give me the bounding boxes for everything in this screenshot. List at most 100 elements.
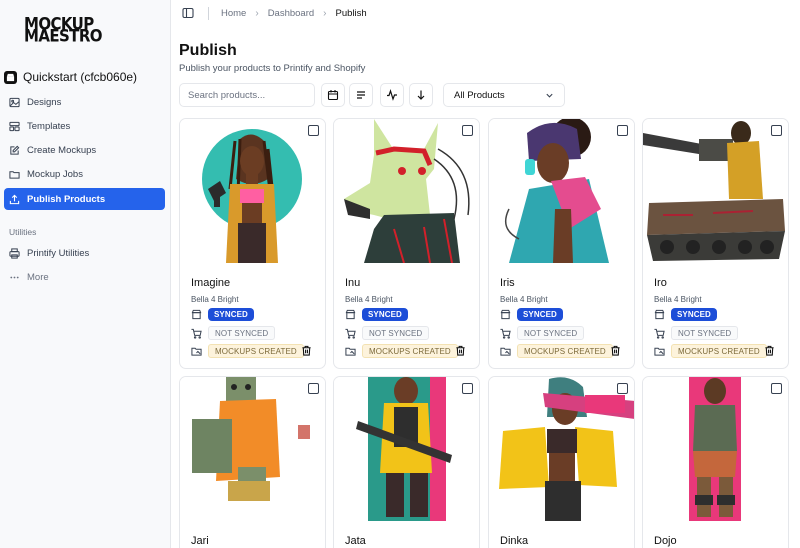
trash-icon[interactable] xyxy=(301,345,312,356)
sidebar-item-more[interactable]: More xyxy=(4,266,165,288)
shopify-status-row: NOT SYNCED xyxy=(654,326,739,340)
sidebar-item-templates[interactable]: Templates xyxy=(4,115,165,137)
product-card[interactable]: Jata xyxy=(333,376,480,548)
sidebar-item-create-mockups[interactable]: Create Mockups xyxy=(4,140,165,162)
synced-badge: SYNCED xyxy=(671,308,717,321)
product-variant: Bella 4 Bright xyxy=(500,295,548,304)
more-icon xyxy=(10,276,19,279)
product-card[interactable]: Iris Bella 4 Bright SYNCED NOT SYNCED MO… xyxy=(488,118,635,369)
breadcrumb-dashboard[interactable]: Dashboard xyxy=(268,8,314,19)
product-variant: Bella 4 Bright xyxy=(654,295,702,304)
product-card[interactable]: Imagine Bella 4 Bright SYNCED NOT SYNCED… xyxy=(179,118,326,369)
select-checkbox[interactable] xyxy=(771,383,782,394)
select-checkbox[interactable] xyxy=(462,383,473,394)
folder-image-icon xyxy=(654,347,665,356)
image-icon xyxy=(9,97,20,107)
product-image[interactable] xyxy=(180,377,325,521)
product-card[interactable]: Inu Bella 4 Bright SYNCED NOT SYNCED MOC… xyxy=(333,118,480,369)
app-logo[interactable]: MOCKUP MAESTRO xyxy=(24,16,103,44)
product-name: Iris xyxy=(500,277,515,289)
mockups-status-row: MOCKUPS CREATED xyxy=(345,344,458,358)
sidebar-utilities-nav: Printify Utilities More xyxy=(4,242,165,291)
product-variant: Bella 4 Bright xyxy=(191,295,239,304)
cart-icon xyxy=(345,328,356,339)
store-icon xyxy=(4,70,17,84)
product-card[interactable]: Dojo xyxy=(642,376,789,548)
upload-icon xyxy=(9,194,20,204)
arrow-down-icon xyxy=(417,90,425,100)
product-card[interactable]: Dinka xyxy=(488,376,635,548)
page-subtitle: Publish your products to Printify and Sh… xyxy=(179,63,366,74)
printify-icon xyxy=(191,309,202,320)
sidebar-item-designs[interactable]: Designs xyxy=(4,91,165,113)
activity-icon xyxy=(387,89,397,101)
sort-button[interactable] xyxy=(349,83,373,107)
select-checkbox[interactable] xyxy=(462,125,473,136)
sidebar-item-printify-utilities[interactable]: Printify Utilities xyxy=(4,242,165,264)
cart-icon xyxy=(191,328,202,339)
product-image[interactable] xyxy=(643,377,788,521)
folder-icon xyxy=(9,171,20,180)
printify-status-row: SYNCED xyxy=(345,308,408,321)
product-name: Jata xyxy=(345,535,366,547)
product-card[interactable]: Jari xyxy=(179,376,326,548)
printify-status-row: SYNCED xyxy=(191,308,254,321)
product-name: Inu xyxy=(345,277,361,289)
product-image[interactable] xyxy=(334,119,479,263)
trash-icon[interactable] xyxy=(764,345,775,356)
select-checkbox[interactable] xyxy=(308,383,319,394)
product-name: Dinka xyxy=(500,535,529,547)
mockups-created-badge: MOCKUPS CREATED xyxy=(362,344,458,358)
top-bar: Home › Dashboard › Publish xyxy=(171,0,800,26)
cart-icon xyxy=(500,328,511,339)
workspace-selector[interactable]: Quickstart (cfcb060e) xyxy=(4,70,137,84)
select-checkbox[interactable] xyxy=(771,125,782,136)
synced-badge: SYNCED xyxy=(362,308,408,321)
select-checkbox[interactable] xyxy=(308,125,319,136)
trash-icon[interactable] xyxy=(455,345,466,356)
mockups-status-row: MOCKUPS CREATED xyxy=(654,344,767,358)
search-input[interactable] xyxy=(179,83,315,107)
not-synced-badge: NOT SYNCED xyxy=(362,326,430,340)
breadcrumb: Home › Dashboard › Publish xyxy=(221,8,367,19)
template-icon xyxy=(9,121,20,131)
product-name: Jari xyxy=(191,535,209,547)
product-image[interactable] xyxy=(180,119,325,263)
toggle-sidebar-icon[interactable] xyxy=(182,7,194,19)
product-image[interactable] xyxy=(489,377,634,521)
sidebar: MOCKUP MAESTRO Quickstart (cfcb060e) Des… xyxy=(0,0,171,548)
product-name: Iro xyxy=(654,277,667,289)
breadcrumb-publish: Publish xyxy=(335,7,367,19)
page-title: Publish xyxy=(179,42,237,59)
printify-icon xyxy=(500,309,511,320)
folder-image-icon xyxy=(191,347,202,356)
activity-button[interactable] xyxy=(380,83,404,107)
product-variant: Bella 4 Bright xyxy=(345,295,393,304)
product-image[interactable] xyxy=(489,119,634,263)
sort-direction-button[interactable] xyxy=(409,83,433,107)
breadcrumb-home[interactable]: Home xyxy=(221,8,246,19)
mockups-created-badge: MOCKUPS CREATED xyxy=(517,344,613,358)
calendar-icon xyxy=(327,90,339,101)
mockups-status-row: MOCKUPS CREATED xyxy=(500,344,613,358)
sidebar-item-publish-products[interactable]: Publish Products xyxy=(4,188,165,211)
product-image[interactable] xyxy=(334,377,479,521)
trash-icon[interactable] xyxy=(610,345,621,356)
date-filter-button[interactable] xyxy=(321,83,345,107)
product-filter-value: All Products xyxy=(454,89,505,101)
product-name: Imagine xyxy=(191,277,231,289)
sidebar-nav: Designs Templates Create Mockups Mockup … xyxy=(4,91,165,212)
product-image[interactable] xyxy=(643,119,788,263)
chevron-down-icon xyxy=(546,93,553,98)
synced-badge: SYNCED xyxy=(517,308,563,321)
printify-icon xyxy=(345,309,356,320)
folder-image-icon xyxy=(345,347,356,356)
product-card[interactable]: Iro Bella 4 Bright SYNCED NOT SYNCED MOC… xyxy=(642,118,789,369)
printify-status-row: SYNCED xyxy=(654,308,717,321)
printify-icon xyxy=(654,309,665,320)
product-filter-select[interactable]: All Products xyxy=(443,83,565,107)
select-checkbox[interactable] xyxy=(617,125,628,136)
select-checkbox[interactable] xyxy=(617,383,628,394)
sidebar-item-mockup-jobs[interactable]: Mockup Jobs xyxy=(4,164,165,186)
shopify-status-row: NOT SYNCED xyxy=(500,326,585,340)
